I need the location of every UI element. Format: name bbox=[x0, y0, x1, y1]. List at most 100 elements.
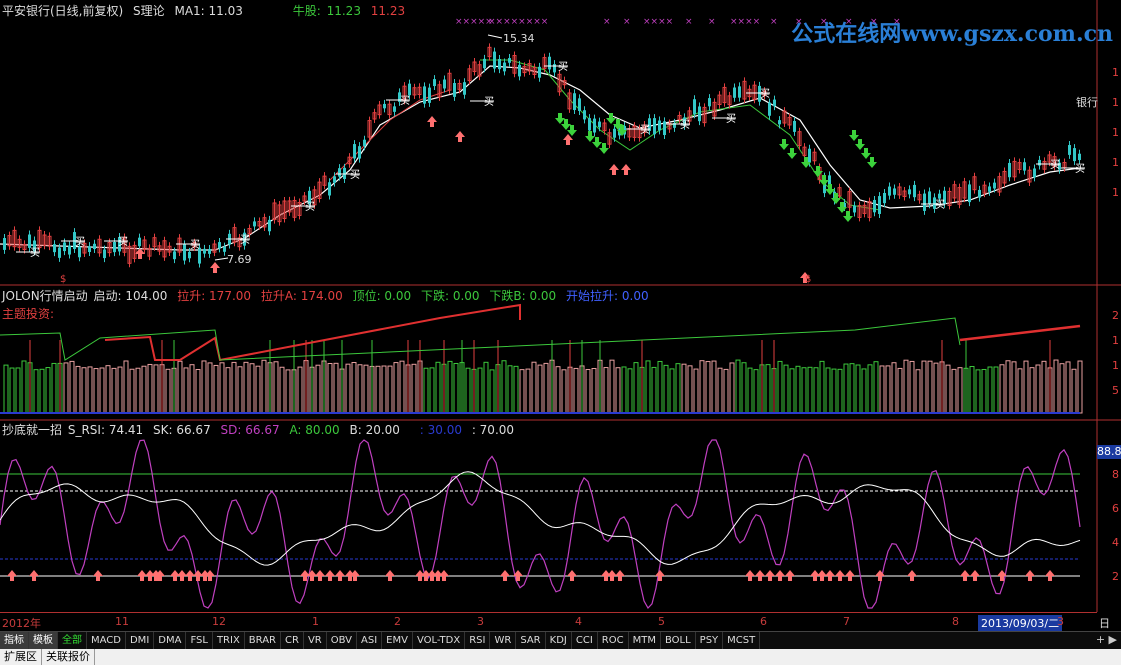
svg-text:买: 买 bbox=[760, 88, 770, 100]
current-value-badge: 88.8 bbox=[1097, 445, 1121, 459]
theme-line-green bbox=[0, 317, 961, 361]
panel2-name: JOLON行情启动 bbox=[2, 289, 88, 303]
tab-vol-tdx[interactable]: VOL-TDX bbox=[413, 632, 466, 649]
panel2-rise: 拉升: 177.00 bbox=[177, 289, 252, 303]
tab-extension-area[interactable]: 扩展区 bbox=[0, 649, 42, 665]
right-tools[interactable]: + ▶ bbox=[1096, 633, 1117, 646]
axis-label-p2-3: 1 bbox=[1112, 359, 1119, 372]
panel3-a: A: 80.00 bbox=[289, 423, 340, 437]
svg-text:×: × bbox=[795, 17, 803, 27]
svg-text:买: 买 bbox=[240, 234, 250, 246]
svg-text:买: 买 bbox=[726, 113, 736, 125]
x-label-jun: 6 bbox=[760, 615, 767, 628]
tab-emv[interactable]: EMV bbox=[382, 632, 413, 649]
x-label-may: 5 bbox=[658, 615, 665, 628]
candles bbox=[3, 43, 1081, 268]
tab-sar[interactable]: SAR bbox=[516, 632, 546, 649]
ma-line bbox=[0, 65, 1081, 251]
tab-vr[interactable]: VR bbox=[304, 632, 327, 649]
x-label-sep: 3 bbox=[1057, 615, 1064, 628]
tab-cci[interactable]: CCI bbox=[572, 632, 598, 649]
tab-trix[interactable]: TRIX bbox=[213, 632, 245, 649]
panel2-start: 启动: 104.00 bbox=[93, 289, 168, 303]
tab-psy[interactable]: PSY bbox=[696, 632, 724, 649]
tab-指标[interactable]: 指标 bbox=[0, 632, 29, 649]
tab-wr[interactable]: WR bbox=[490, 632, 517, 649]
axis-label-p1-2: 1 bbox=[1112, 96, 1119, 109]
axis-label-p2-2: 1 bbox=[1112, 334, 1119, 347]
svg-text:买: 买 bbox=[118, 236, 128, 248]
tab-dma[interactable]: DMA bbox=[154, 632, 187, 649]
axis-label-p3-2: 6 bbox=[1112, 502, 1119, 515]
axis-label-p3-4: 2 bbox=[1112, 570, 1119, 583]
svg-text:买: 买 bbox=[30, 247, 40, 259]
x-label-year: 2012年 bbox=[2, 617, 41, 630]
chart-canvas[interactable]: ××××× ×××××××× × × ×××× × × ×××× × × × × × × 1… bbox=[0, 0, 1121, 665]
tab-fsl[interactable]: FSL bbox=[186, 632, 213, 649]
panel3-sd: SD: 66.67 bbox=[220, 423, 280, 437]
tab-asi[interactable]: ASI bbox=[357, 632, 383, 649]
panel3-header: 抄底就一招 S_RSI: 74.41 SK: 66.67 SD: 66.67 A… bbox=[2, 423, 520, 437]
cursor-date: 2013/09/03/二 bbox=[978, 615, 1063, 631]
tab-全部[interactable]: 全部 bbox=[58, 632, 87, 649]
sk-line bbox=[0, 439, 1081, 610]
panel2-drop-b: 下跌B: 0.00 bbox=[489, 289, 557, 303]
dollar-marker-2: $ bbox=[805, 274, 811, 285]
svg-text:买: 买 bbox=[1075, 163, 1085, 175]
panel2-drop: 下跌: 0.00 bbox=[420, 289, 480, 303]
tab-cr[interactable]: CR bbox=[281, 632, 304, 649]
svg-text:××××××××: ×××××××× bbox=[488, 17, 548, 27]
panel3-sk: SK: 66.67 bbox=[153, 423, 211, 437]
theme-label: 主题投资: bbox=[2, 307, 55, 321]
tab-roc[interactable]: ROC bbox=[598, 632, 629, 649]
svg-text:×: × bbox=[623, 17, 631, 27]
high-label: 15.34 bbox=[503, 32, 535, 45]
svg-text:买: 买 bbox=[680, 119, 690, 131]
svg-text:×: × bbox=[870, 17, 878, 27]
svg-text:买: 买 bbox=[935, 199, 945, 211]
axis-label-p2-4: 5 bbox=[1112, 384, 1119, 397]
rsi-line bbox=[0, 471, 1081, 566]
buy-markers: 买买买买买买买买 买买买 买买买买买买 bbox=[16, 61, 1085, 259]
panel3-name: 抄底就一招 bbox=[2, 423, 63, 437]
tab-boll[interactable]: BOLL bbox=[661, 632, 696, 649]
axis-label-p1-4: 1 bbox=[1112, 156, 1119, 169]
svg-text:×: × bbox=[770, 17, 778, 27]
stock-tag: 银行 bbox=[1076, 95, 1098, 109]
tab-obv[interactable]: OBV bbox=[327, 632, 357, 649]
x-label-jan: 1 bbox=[312, 615, 319, 628]
axis-label-p1-5: 1 bbox=[1112, 186, 1119, 199]
svg-text:×: × bbox=[708, 17, 716, 27]
svg-text:××××: ×××× bbox=[730, 17, 760, 27]
tab-rsi[interactable]: RSI bbox=[465, 632, 491, 649]
panel3-d: : 70.00 bbox=[471, 423, 515, 437]
tab-kdj[interactable]: KDJ bbox=[546, 632, 572, 649]
tab-brar[interactable]: BRAR bbox=[245, 632, 281, 649]
tab-related-quote[interactable]: 关联报价 bbox=[42, 649, 95, 665]
svg-text:买: 买 bbox=[400, 95, 410, 107]
x-label-apr: 4 bbox=[575, 615, 582, 628]
tab-dmi[interactable]: DMI bbox=[126, 632, 155, 649]
panel3-b: B: 20.00 bbox=[349, 423, 400, 437]
panel3-s-rsi: S_RSI: 74.41 bbox=[67, 423, 144, 437]
x-label-mar: 3 bbox=[477, 615, 484, 628]
svg-text:买: 买 bbox=[558, 61, 568, 73]
panel2-rise-a: 拉升A: 174.00 bbox=[260, 289, 343, 303]
tab-macd[interactable]: MACD bbox=[87, 632, 126, 649]
top-x-markers: ××××× ×××××××× × × ×××× × × ×××× × × × × × × bbox=[455, 17, 901, 27]
svg-text:买: 买 bbox=[305, 201, 315, 213]
tab-mtm[interactable]: MTM bbox=[629, 632, 661, 649]
tab-mcst[interactable]: MCST bbox=[723, 632, 761, 649]
x-label-aug: 8 bbox=[952, 615, 959, 628]
panel2-header: JOLON行情启动 启动: 104.00 拉升: 177.00 拉升A: 174… bbox=[2, 289, 655, 303]
x-label-jul: 7 bbox=[843, 615, 850, 628]
svg-text:买: 买 bbox=[640, 124, 650, 136]
x-label-dec: 12 bbox=[212, 615, 226, 628]
indicator-tabs: 指标 模板 全部 MACD DMI DMA FSL TRIX BRAR CR VR OBV ASI EMV… bbox=[0, 631, 1121, 649]
bottom-bar: 扩展区 关联报价 bbox=[0, 649, 1121, 665]
x-axis: 2012年 11 12 1 2 3 4 5 6 7 8 2013/09/03/二… bbox=[0, 612, 1110, 646]
tab-模板[interactable]: 模板 bbox=[29, 632, 58, 649]
theme-line-red-2 bbox=[959, 324, 1081, 342]
x-label-feb: 2 bbox=[394, 615, 401, 628]
panel2-start-rise: 开始拉升: 0.00 bbox=[566, 289, 649, 303]
